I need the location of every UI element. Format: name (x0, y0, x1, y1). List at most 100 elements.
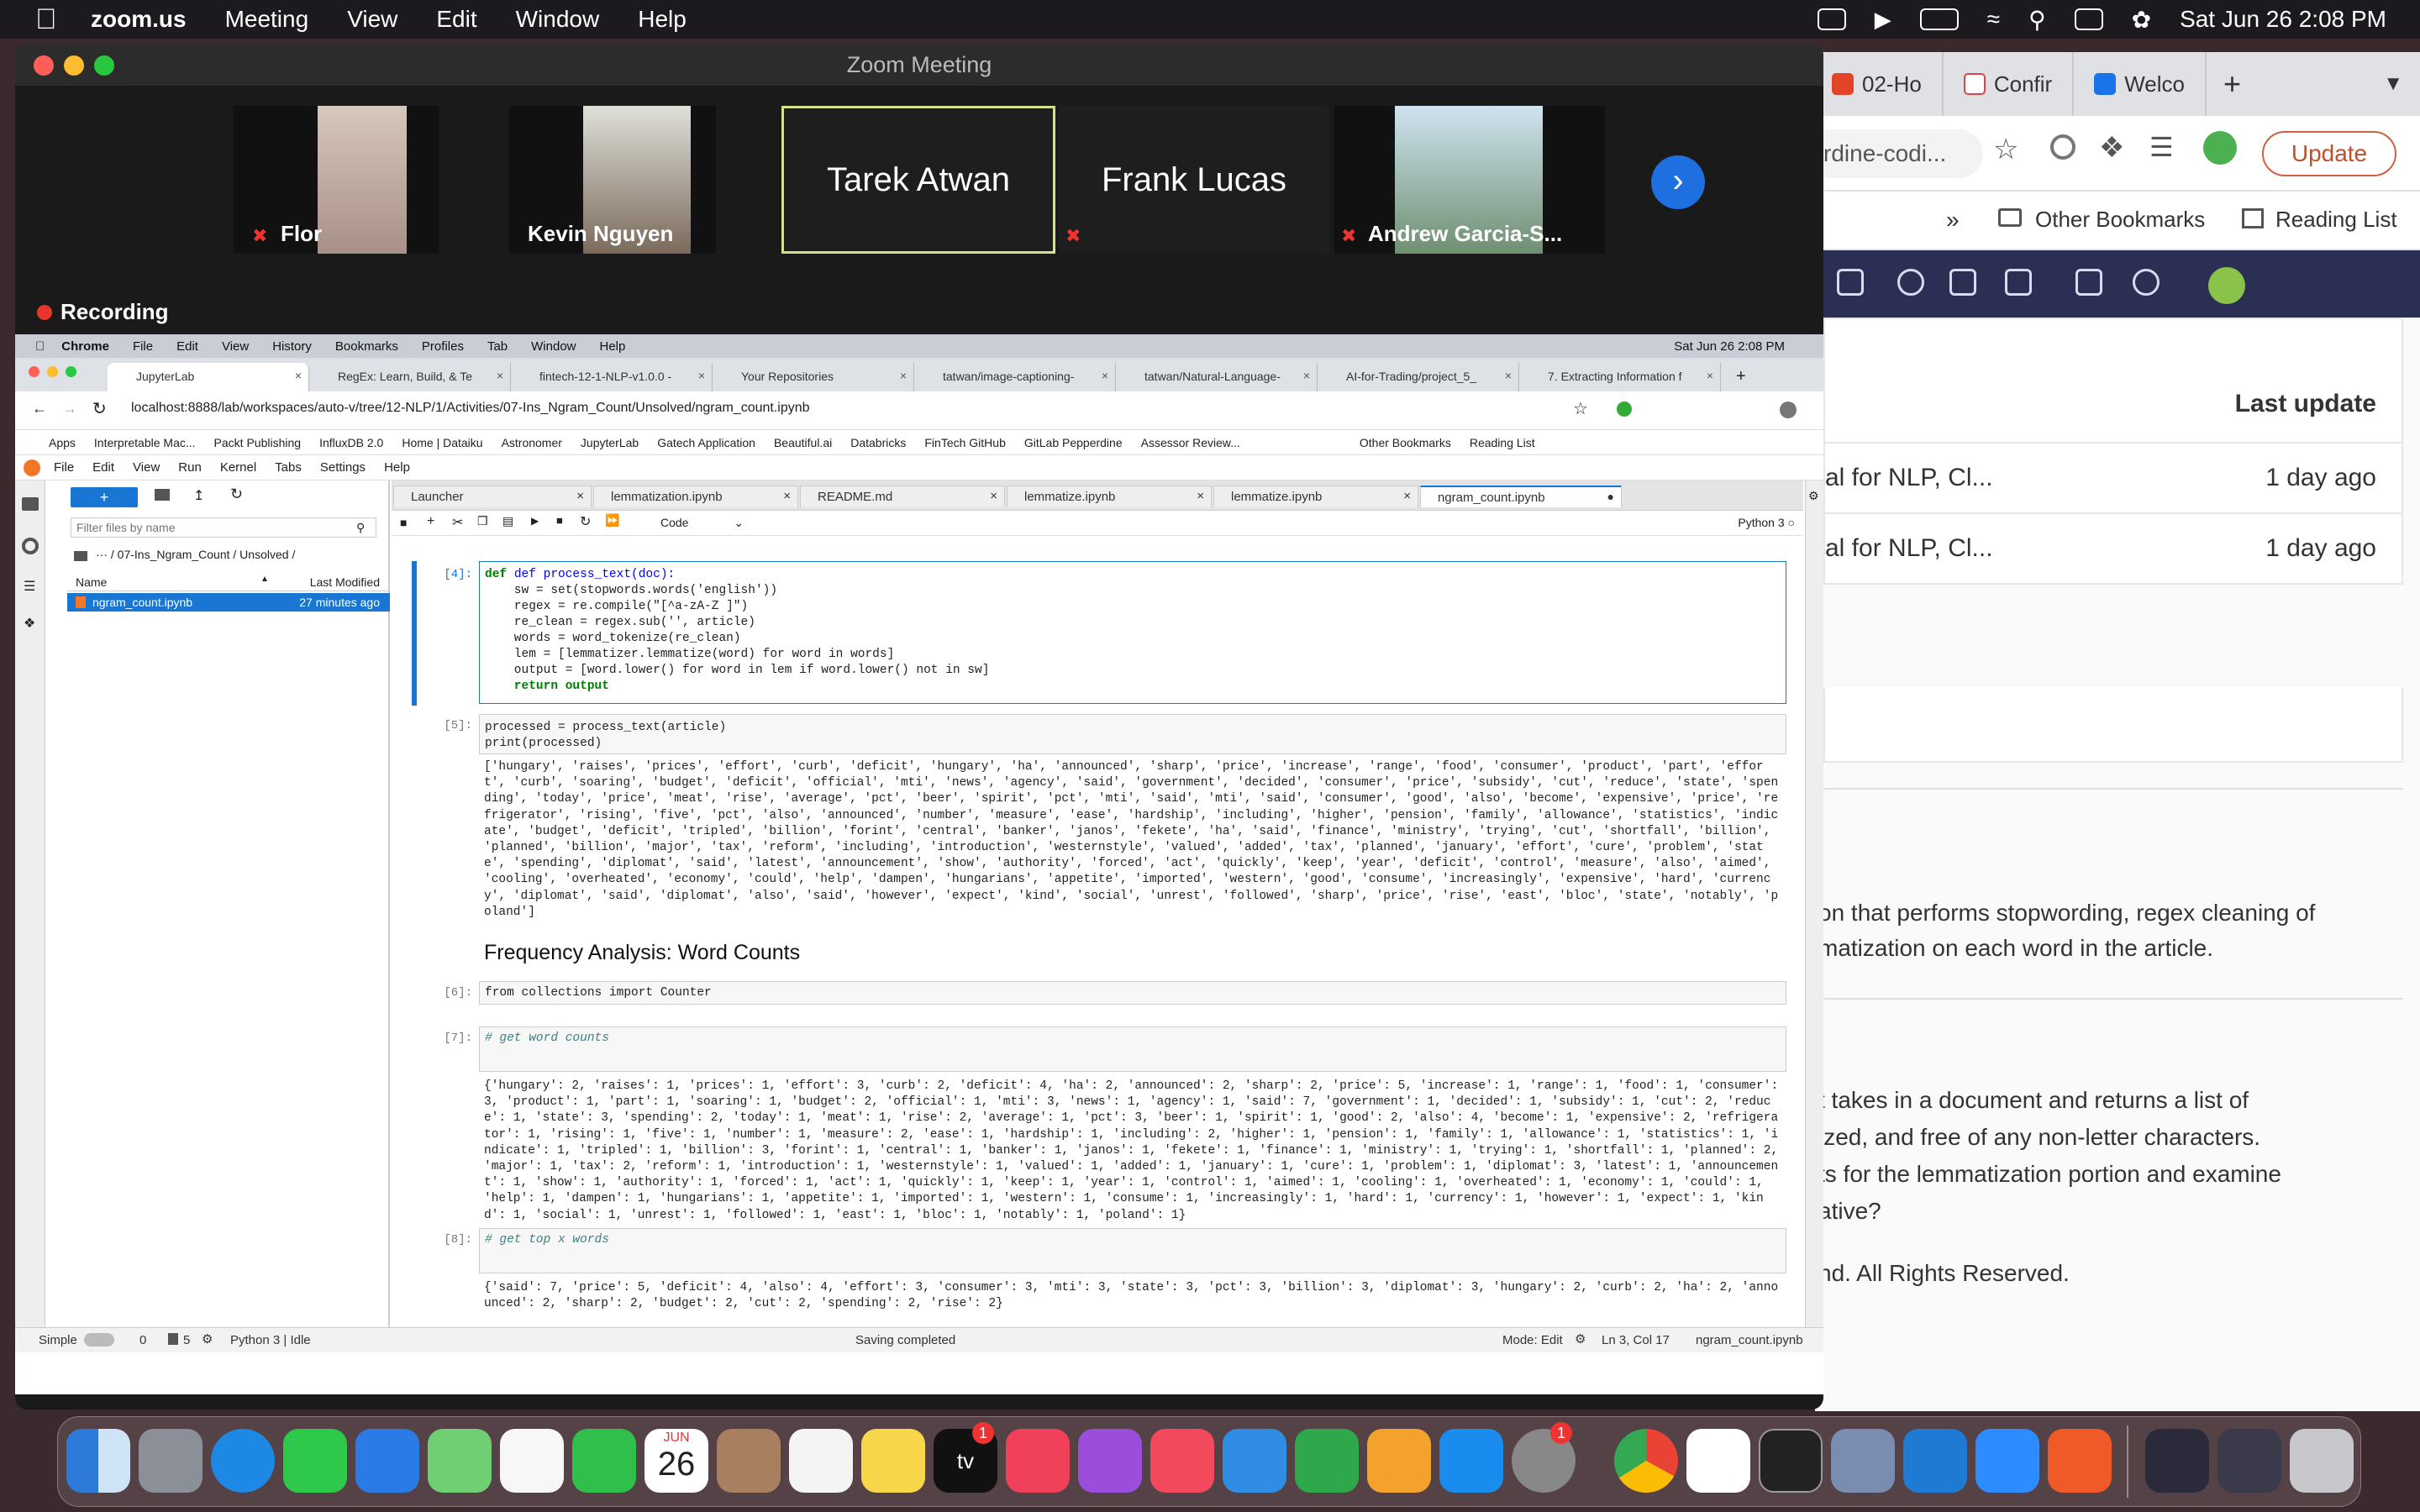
tab-repositories[interactable]: Your Repositories × (713, 363, 914, 391)
close-tab-icon[interactable]: × (900, 369, 907, 382)
kernel-count[interactable]: 5 (183, 1333, 190, 1347)
refresh-icon[interactable]: ↻ (230, 486, 243, 503)
issues-icon[interactable] (1949, 269, 1976, 296)
close-tab-icon[interactable]: × (295, 369, 302, 382)
apple-icon[interactable]:  (35, 5, 60, 34)
kernel-indicator[interactable]: Python 3 ○ (1738, 516, 1795, 529)
launchpad-icon[interactable] (139, 1429, 203, 1493)
close-tab-icon[interactable]: × (1403, 489, 1411, 503)
tab-launcher[interactable]: Launcher × (393, 486, 592, 507)
fast-forward-icon[interactable]: ⏩ (605, 513, 619, 528)
tab-lemmatize-2[interactable]: lemmatize.ipynb × (1213, 486, 1418, 507)
table-row[interactable]: al for NLP, Cl... 1 day ago (1823, 444, 2403, 514)
participant-tile[interactable]: ✖ Flor (234, 106, 439, 254)
news-icon[interactable] (1150, 1429, 1214, 1493)
tab-jupyterlab[interactable]: JupyterLab × (108, 363, 309, 391)
pages-icon[interactable] (1367, 1429, 1431, 1493)
col-name[interactable]: Name (76, 575, 107, 589)
slack-icon[interactable] (1686, 1429, 1750, 1493)
update-button[interactable]: Update (2262, 131, 2396, 176)
code-line[interactable]: words = word_tokenize(re_clean) (485, 631, 1781, 647)
paste-icon[interactable]: ▤ (502, 514, 513, 528)
code-line[interactable]: processed = process_text(article) (485, 720, 1781, 736)
close-tab-icon[interactable]: × (1102, 369, 1108, 382)
menu-edit[interactable]: Edit (436, 6, 476, 33)
participant-tile[interactable]: ✖ Andrew Garcia-S... (1334, 106, 1605, 254)
breadcrumb[interactable]: ··· / 07-Ins_Ngram_Count / Unsolved / (96, 548, 295, 561)
tab-02-ho[interactable]: 02-Ho (1815, 52, 1944, 116)
back-icon[interactable]: ← (32, 400, 47, 417)
merge-request-icon[interactable] (2005, 269, 2032, 296)
close-tab-icon[interactable]: × (990, 489, 997, 503)
clock[interactable]: Sat Jun 26 2:08 PM (2180, 6, 2386, 33)
tab-ngram-count[interactable]: ngram_count.ipynb ● (1420, 486, 1622, 507)
close-tab-icon[interactable]: × (783, 489, 791, 503)
bug-icon[interactable]: ⚙ (1575, 1331, 1586, 1347)
forward-icon[interactable]: → (62, 400, 77, 417)
jmenu-kernel[interactable]: Kernel (220, 460, 256, 475)
close-tab-icon[interactable]: × (1197, 489, 1204, 503)
stop-icon[interactable]: ■ (556, 514, 563, 527)
code-line[interactable]: sw = set(stopwords.words('english')) (485, 583, 1781, 599)
close-tab-icon[interactable]: × (497, 369, 503, 382)
minimize-window-icon[interactable] (64, 55, 84, 76)
unsaved-dot-icon[interactable]: ● (1607, 490, 1614, 503)
row-name[interactable]: al for NLP, Cl... (1825, 534, 1993, 563)
toc-icon[interactable]: ☰ (24, 578, 35, 595)
plus-icon[interactable] (1837, 269, 1864, 296)
other-bookmarks[interactable]: Other Bookmarks (2035, 207, 2205, 233)
new-tab-icon[interactable]: + (1736, 367, 1746, 386)
col-modified[interactable]: Last Modified (310, 575, 380, 589)
chrome-icon[interactable] (1614, 1429, 1678, 1493)
puzzle-icon[interactable]: ❖ (2099, 131, 2124, 165)
battery-icon[interactable] (1919, 8, 1959, 30)
upload-icon[interactable]: ↥ (193, 487, 204, 504)
code-cell-6[interactable]: from collections import Counter (479, 981, 1786, 1005)
close-tab-icon[interactable]: × (1303, 369, 1310, 382)
save-icon[interactable]: ■ (400, 516, 407, 529)
filter-files-input[interactable] (71, 517, 376, 538)
tab-confirm[interactable]: Confir (1944, 52, 2075, 116)
running-icon[interactable] (22, 538, 39, 554)
minimized-window-icon[interactable] (2145, 1429, 2209, 1493)
menu-meeting[interactable]: Meeting (225, 6, 309, 33)
jmenu-file[interactable]: File (54, 460, 74, 475)
code-line[interactable]: return output (485, 679, 1781, 695)
code-line[interactable]: # get top x words (485, 1232, 1781, 1248)
tab-welcome[interactable]: Welco (2074, 52, 2207, 116)
bookmark-star-icon[interactable]: ☆ (1573, 398, 1588, 419)
restart-icon[interactable]: ↻ (580, 513, 591, 530)
menu-window[interactable]: Window (516, 6, 600, 33)
code-cell-5[interactable]: processed = process_text(article) print(… (479, 714, 1786, 754)
tab-readme[interactable]: README.md × (800, 486, 1005, 507)
tab-ai-trading[interactable]: AI-for-Trading/project_5_ × (1318, 363, 1519, 391)
notes-icon[interactable] (861, 1429, 925, 1493)
code-cell-7[interactable]: # get word counts (479, 1026, 1786, 1072)
code-line[interactable]: lem = [lemmatizer.lemmatize(word) for wo… (485, 647, 1781, 663)
breadcrumb-path[interactable]: / 07-Ins_Ngram_Count / Unsolved / (111, 548, 295, 561)
row-name[interactable]: al for NLP, Cl... (1825, 464, 1993, 492)
code-line[interactable]: regex = re.compile("[^a-zA-Z ]") (485, 599, 1781, 615)
terminal-count[interactable]: 0 (139, 1333, 146, 1347)
extension-icon[interactable] (1617, 402, 1632, 417)
rocket-icon[interactable] (1831, 1429, 1895, 1493)
extension-icon[interactable]: ❖ (24, 615, 35, 632)
home-folder-icon[interactable] (74, 551, 87, 561)
mail-icon[interactable] (355, 1429, 419, 1493)
todo-icon[interactable] (2075, 269, 2102, 296)
calendar-icon[interactable]: JUN 26 (644, 1429, 708, 1493)
code-line[interactable]: def def process_text(doc): (485, 567, 1781, 583)
close-window-icon[interactable] (34, 55, 54, 76)
menu-app[interactable]: zoom.us (91, 6, 187, 33)
reminders-icon[interactable] (789, 1429, 853, 1493)
close-tab-icon[interactable]: × (1707, 369, 1713, 382)
numbers-icon[interactable] (1295, 1429, 1359, 1493)
siri-icon[interactable]: ✿ (2132, 6, 2151, 34)
new-tab-icon[interactable]: + (2223, 66, 2241, 102)
gear-icon[interactable]: ⚙ (1808, 489, 1819, 503)
copy-icon[interactable]: ❐ (477, 514, 488, 528)
bookmark-star-icon[interactable]: ☆ (1993, 133, 2018, 166)
code-line[interactable]: # get word counts (485, 1031, 1781, 1047)
postman-icon[interactable] (2048, 1429, 2112, 1493)
control-center-icon[interactable] (2074, 8, 2103, 30)
